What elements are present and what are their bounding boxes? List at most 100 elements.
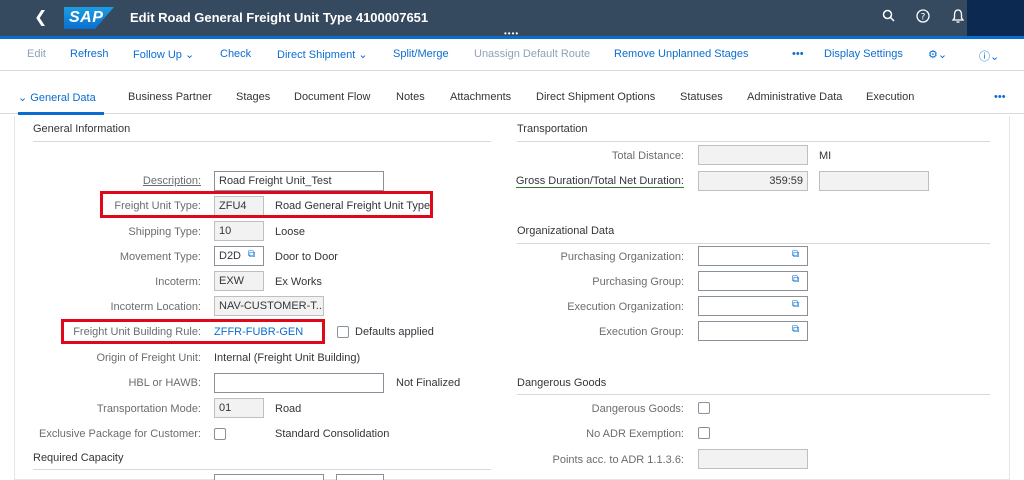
incoterm-location-input[interactable]: NAV-CUSTOMER-T... <box>214 296 324 316</box>
exclusive-package-label: Exclusive Package for Customer: <box>38 428 201 440</box>
movement-type-code: D2D <box>219 250 242 262</box>
shipping-type-label: Shipping Type: <box>128 226 201 238</box>
transportation-mode-label: Transportation Mode: <box>96 403 201 415</box>
execution-group-label: Execution Group: <box>599 326 684 338</box>
tab-administrative-data[interactable]: Administrative Data <box>747 91 842 103</box>
section-title-organizational-data: Organizational Data <box>517 225 615 237</box>
purchasing-organization-label: Purchasing Organization: <box>560 251 684 263</box>
capacity-input[interactable] <box>214 474 324 480</box>
settings-menu-button[interactable]: ⚙⌄ <box>928 48 947 61</box>
page-title: Edit Road General Freight Unit Type 4100… <box>130 10 429 25</box>
value-help-icon[interactable]: ⧉ <box>792 324 804 336</box>
description-input[interactable]: Road Freight Unit_Test <box>214 171 384 191</box>
direct-shipment-button[interactable]: Direct Shipment ⌄ <box>277 48 368 61</box>
purchasing-group-label: Purchasing Group: <box>592 276 684 288</box>
capacity-unit-input[interactable] <box>336 474 384 480</box>
section-divider <box>33 141 491 142</box>
movement-type-input[interactable]: D2D ⧉ <box>214 246 264 266</box>
shell-bar: ❮ SAP Edit Road General Freight Unit Typ… <box>0 0 1024 38</box>
defaults-applied-label: Defaults applied <box>355 326 434 338</box>
standard-consolidation-text: Standard Consolidation <box>275 428 390 440</box>
highlight-freight-unit-building-rule <box>61 319 325 344</box>
gross-duration-input[interactable]: 359:59 <box>698 171 808 191</box>
incoterm-text: Ex Works <box>275 276 322 288</box>
value-help-icon[interactable]: ⧉ <box>248 249 260 261</box>
origin-value: Internal (Freight Unit Building) <box>214 352 361 364</box>
dangerous-goods-checkbox[interactable] <box>698 402 710 414</box>
help-menu-button[interactable]: ⓘ⌄ <box>979 48 999 64</box>
description-label[interactable]: Description: <box>143 175 201 187</box>
tab-general-data[interactable]: ⌄ General Data <box>18 91 96 104</box>
origin-label: Origin of Freight Unit: <box>96 352 201 364</box>
follow-up-label: Follow Up <box>133 49 182 61</box>
section-divider <box>517 243 990 244</box>
bell-icon[interactable] <box>949 9 967 27</box>
more-actions-button[interactable]: ••• <box>792 48 804 60</box>
movement-type-text: Door to Door <box>275 251 338 263</box>
value-help-icon[interactable]: ⧉ <box>792 274 804 286</box>
remove-unplanned-stages-button[interactable]: Remove Unplanned Stages <box>614 48 749 60</box>
tab-execution[interactable]: Execution <box>866 91 914 103</box>
execution-group-input[interactable]: ⧉ <box>698 321 808 341</box>
execution-organization-label: Execution Organization: <box>567 301 684 313</box>
section-title-transportation: Transportation <box>517 123 588 135</box>
incoterm-input[interactable]: EXW <box>214 271 264 291</box>
edit-button[interactable]: Edit <box>27 48 46 60</box>
section-title-general-information: General Information <box>33 123 131 135</box>
tab-label: General Data <box>30 92 96 104</box>
hbl-status: Not Finalized <box>396 377 461 389</box>
hbl-label: HBL or HAWB: <box>128 377 201 389</box>
chevron-down-icon: ⌄ <box>358 49 368 61</box>
execution-organization-input[interactable]: ⧉ <box>698 296 808 316</box>
follow-up-button[interactable]: Follow Up ⌄ <box>133 48 194 61</box>
purchasing-group-input[interactable]: ⧉ <box>698 271 808 291</box>
tab-document-flow[interactable]: Document Flow <box>294 91 370 103</box>
defaults-applied-checkbox[interactable] <box>337 326 349 338</box>
refresh-button[interactable]: Refresh <box>70 48 109 60</box>
value-help-icon[interactable]: ⧉ <box>792 299 804 311</box>
points-adr-input[interactable] <box>698 449 808 469</box>
tab-business-partner[interactable]: Business Partner <box>128 91 212 103</box>
back-icon[interactable]: ❮ <box>34 9 47 27</box>
total-distance-input[interactable] <box>698 145 808 165</box>
gross-duration-label[interactable]: Gross Duration/Total Net Duration: <box>515 175 684 188</box>
net-duration-input[interactable] <box>819 171 929 191</box>
tab-statuses[interactable]: Statuses <box>680 91 723 103</box>
value-help-icon[interactable]: ⧉ <box>792 249 804 261</box>
user-area[interactable] <box>967 0 1024 36</box>
split-merge-button[interactable]: Split/Merge <box>393 48 449 60</box>
tab-stages[interactable]: Stages <box>236 91 270 103</box>
transportation-mode-input[interactable]: 01 <box>214 398 264 418</box>
section-title-dangerous-goods: Dangerous Goods <box>517 377 607 389</box>
hbl-input[interactable] <box>214 373 384 393</box>
tab-attachments[interactable]: Attachments <box>450 91 511 103</box>
display-settings-button[interactable]: Display Settings <box>824 48 903 60</box>
gear-icon: ⚙ <box>928 49 938 61</box>
tab-direct-shipment-options[interactable]: Direct Shipment Options <box>536 91 655 103</box>
no-adr-exemption-checkbox[interactable] <box>698 427 710 439</box>
search-icon[interactable] <box>879 9 897 27</box>
toolbar: Edit Refresh Follow Up ⌄ Check Direct Sh… <box>0 39 1024 71</box>
tab-bar: ⌄ General Data Business Partner Stages D… <box>0 84 1024 114</box>
highlight-freight-unit-type <box>100 191 433 218</box>
total-distance-label: Total Distance: <box>611 150 684 162</box>
movement-type-label: Movement Type: <box>119 251 201 263</box>
exclusive-package-checkbox[interactable] <box>214 428 226 440</box>
check-button[interactable]: Check <box>220 48 251 60</box>
tab-notes[interactable]: Notes <box>396 91 425 103</box>
direct-shipment-label: Direct Shipment <box>277 49 356 61</box>
shipping-type-text: Loose <box>275 226 305 238</box>
help-icon: ⓘ <box>979 51 990 63</box>
total-distance-unit: MI <box>819 150 832 162</box>
shipping-type-input[interactable]: 10 <box>214 221 264 241</box>
help-icon[interactable]: ? <box>914 9 932 27</box>
chevron-down-icon: ⌄ <box>184 49 195 61</box>
active-tab-indicator <box>18 112 104 115</box>
section-divider <box>517 141 990 142</box>
unassign-default-route-button[interactable]: Unassign Default Route <box>474 48 590 60</box>
sap-logo[interactable]: SAP <box>64 7 114 29</box>
tabs-overflow-button[interactable]: ••• <box>994 91 1006 103</box>
incoterm-location-label: Incoterm Location: <box>110 301 202 313</box>
purchasing-organization-input[interactable]: ⧉ <box>698 246 808 266</box>
chevron-down-icon: ⌄ <box>990 51 1000 63</box>
